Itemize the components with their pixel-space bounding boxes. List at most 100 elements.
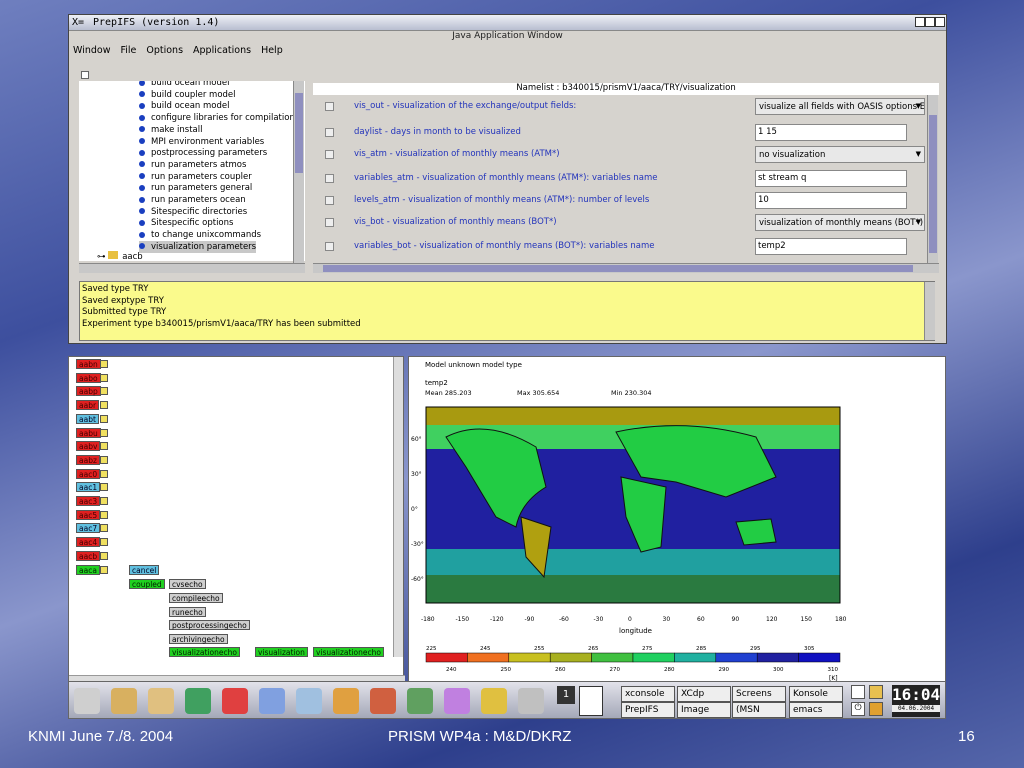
menu-help[interactable]: Help — [261, 45, 283, 59]
tree-vscrollbar[interactable] — [293, 81, 304, 263]
tree-item[interactable]: to change unixcommands — [139, 229, 261, 241]
notes-icon[interactable] — [869, 702, 883, 716]
row-dropdown[interactable]: visualization of monthly means (BOT*) — [755, 214, 925, 231]
launcher-icon[interactable] — [111, 688, 137, 714]
flow-node[interactable]: aac0 — [76, 468, 101, 479]
task-button[interactable]: Screens — [732, 686, 786, 702]
tree-item[interactable]: Sitespecific directories — [139, 206, 247, 218]
menu-file[interactable]: File — [120, 45, 136, 59]
chain-node[interactable]: visualizationecho — [313, 647, 384, 657]
pager-grid[interactable] — [579, 686, 603, 716]
flow-node[interactable]: aabu — [76, 427, 101, 438]
task-button[interactable]: Image — [677, 702, 731, 718]
launcher-icon[interactable] — [333, 688, 359, 714]
flow-node[interactable]: aac3 — [76, 496, 101, 506]
terminal-icon[interactable] — [869, 685, 883, 699]
clock[interactable]: 16:04 04.06.2004 — [892, 685, 940, 717]
lock-icon[interactable] — [851, 685, 865, 699]
tree-folder-aacb[interactable]: ⊶ aacb — [97, 251, 143, 261]
window-titlebar[interactable]: X= PrepIFS (version 1.4) — [69, 15, 946, 31]
task-button[interactable]: Konsole — [789, 686, 843, 702]
job-node[interactable]: postprocessingecho — [169, 620, 250, 631]
tree-item[interactable]: configure libraries for compilation — [139, 112, 295, 124]
launcher-icon[interactable] — [74, 688, 100, 714]
task-button[interactable]: emacs — [789, 702, 843, 718]
tree-item[interactable]: MPI environment variables — [139, 136, 264, 148]
row-input[interactable]: st stream q — [755, 170, 907, 187]
job-node[interactable]: runecho — [169, 606, 206, 617]
flow-node[interactable]: aabt — [76, 413, 99, 424]
row-checkbox[interactable] — [325, 218, 334, 227]
tree-item[interactable]: run parameters coupler — [139, 171, 252, 183]
launcher-icon[interactable] — [185, 688, 211, 714]
flow-node[interactable]: aac7 — [76, 523, 101, 534]
row-checkbox[interactable] — [325, 174, 334, 183]
launcher-icon[interactable] — [148, 688, 174, 714]
flow-node[interactable]: aac1 — [76, 482, 101, 493]
row-checkbox[interactable] — [325, 150, 334, 159]
row-input[interactable]: temp2 — [755, 238, 907, 255]
launcher-icon[interactable] — [259, 688, 285, 714]
flow-node[interactable]: aabv — [76, 441, 101, 452]
row-checkbox[interactable] — [325, 102, 334, 111]
row-dropdown[interactable]: visualize all fields with OASIS options … — [755, 98, 925, 115]
row-checkbox[interactable] — [325, 196, 334, 205]
launcher-icon[interactable] — [370, 688, 396, 714]
launcher-icon[interactable] — [222, 688, 248, 714]
namelist-hscrollbar[interactable] — [313, 263, 939, 273]
tree-item[interactable]: run parameters general — [139, 182, 252, 194]
task-button[interactable]: xconsole — [621, 686, 675, 702]
tree-hscrollbar[interactable] — [79, 263, 305, 273]
tree-item[interactable]: Sitespecific options — [139, 217, 233, 229]
tree-item[interactable]: make install — [139, 124, 202, 136]
flow-node[interactable]: aac4 — [76, 537, 101, 548]
namelist-vscrollbar[interactable] — [927, 95, 938, 263]
cancel-node[interactable]: cancel — [129, 565, 160, 575]
flow-node[interactable]: aabr — [76, 400, 100, 411]
launcher-icon[interactable] — [518, 688, 544, 714]
logout-icon[interactable]: ⏻ — [851, 702, 865, 716]
menu-applications[interactable]: Applications — [193, 45, 251, 59]
job-node[interactable]: archivingecho — [169, 634, 228, 645]
flow-node[interactable]: aacb — [76, 550, 101, 561]
minimize-icon[interactable] — [915, 17, 925, 27]
panel-toggle[interactable] — [81, 71, 89, 79]
chain-node[interactable]: visualizationecho — [169, 647, 240, 657]
flow-node[interactable]: aabp — [76, 386, 101, 397]
menu-window[interactable]: Window — [73, 45, 110, 59]
task-button[interactable]: XCdp — [677, 686, 731, 702]
menu-options[interactable]: Options — [146, 45, 183, 59]
tree-item[interactable]: build ocean model — [139, 100, 229, 112]
row-checkbox[interactable] — [325, 242, 334, 251]
flow-node[interactable]: aabz — [76, 454, 100, 465]
close-icon[interactable] — [935, 17, 945, 27]
flow-vscrollbar[interactable] — [393, 357, 403, 657]
launcher-icon[interactable] — [481, 688, 507, 714]
maximize-icon[interactable] — [925, 17, 935, 27]
tree-item[interactable]: visualization parameters — [139, 240, 257, 253]
log-vscrollbar[interactable] — [924, 282, 935, 340]
tree-item[interactable]: run parameters atmos — [139, 159, 246, 171]
task-button[interactable]: (MSN — [732, 702, 786, 718]
row-input[interactable]: 1 15 — [755, 124, 907, 141]
tree-item[interactable]: run parameters ocean — [139, 194, 246, 206]
task-button[interactable]: PrepIFS — [621, 702, 675, 718]
launcher-icon[interactable] — [444, 688, 470, 714]
launcher-icon[interactable] — [296, 688, 322, 714]
tree-item[interactable]: build coupler model — [139, 89, 236, 101]
row-checkbox[interactable] — [325, 128, 334, 137]
flow-node[interactable]: aaca — [76, 564, 100, 575]
chain-node[interactable]: visualization — [255, 647, 308, 657]
desktop-pager[interactable]: 1 — [557, 686, 575, 704]
coupled-node[interactable]: coupled — [129, 579, 165, 589]
flow-node[interactable]: aabn — [76, 359, 101, 369]
row-input[interactable]: 10 — [755, 192, 907, 209]
window-menu-icon[interactable]: X= — [72, 17, 84, 28]
row-dropdown[interactable]: no visualization — [755, 146, 925, 163]
launcher-icon[interactable] — [407, 688, 433, 714]
job-node[interactable]: compileecho — [169, 592, 223, 603]
expand-icon[interactable]: ⊶ — [97, 252, 108, 261]
flow-node[interactable]: aabo — [76, 372, 101, 383]
tree-item[interactable]: postprocessing parameters — [139, 147, 267, 159]
job-node[interactable]: cvsecho — [169, 579, 206, 589]
